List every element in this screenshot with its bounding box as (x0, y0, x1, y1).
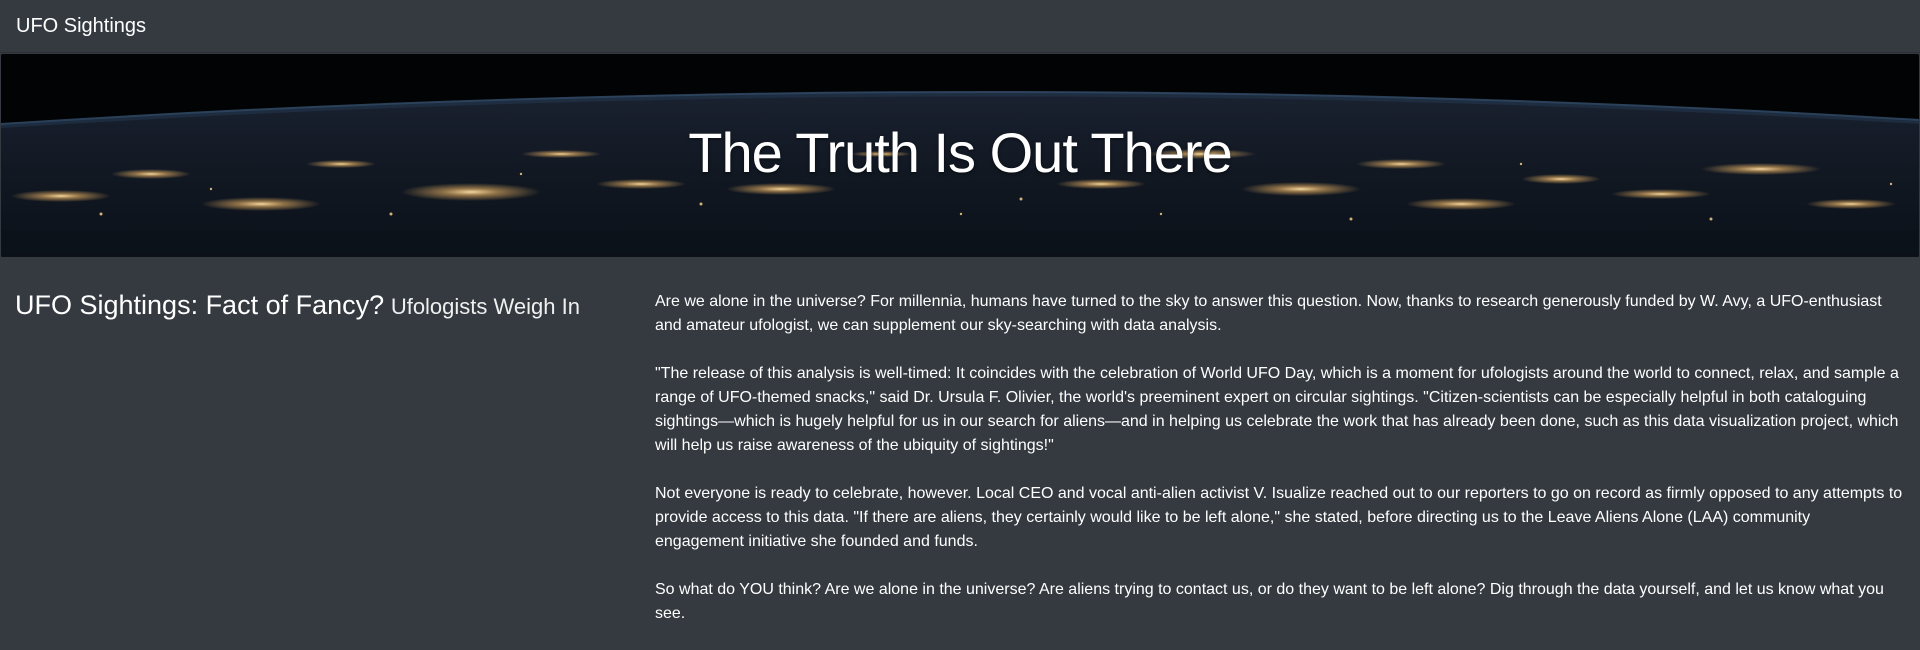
article-paragraph: "The release of this analysis is well-ti… (655, 365, 1899, 454)
main-content: UFO Sightings: Fact of Fancy? Ufologists… (0, 257, 1920, 637)
article-paragraph: So what do YOU think? Are we alone in th… (655, 581, 1884, 622)
headline-subtitle: Ufologists Weigh In (390, 294, 580, 319)
article-headline: UFO Sightings: Fact of Fancy? Ufologists… (15, 290, 615, 321)
navbar-brand-link[interactable]: UFO Sightings (16, 15, 146, 38)
article-paragraph: Are we alone in the universe? For millen… (655, 293, 1882, 334)
headline-main: UFO Sightings: Fact of Fancy? (15, 290, 385, 320)
navbar: UFO Sightings (0, 0, 1920, 53)
hero-banner: The Truth Is Out There (1, 54, 1919, 257)
article-body: Are we alone in the universe? For millen… (655, 290, 1903, 650)
hero-title: The Truth Is Out There (688, 121, 1232, 184)
article-paragraph: Not everyone is ready to celebrate, howe… (655, 485, 1903, 550)
